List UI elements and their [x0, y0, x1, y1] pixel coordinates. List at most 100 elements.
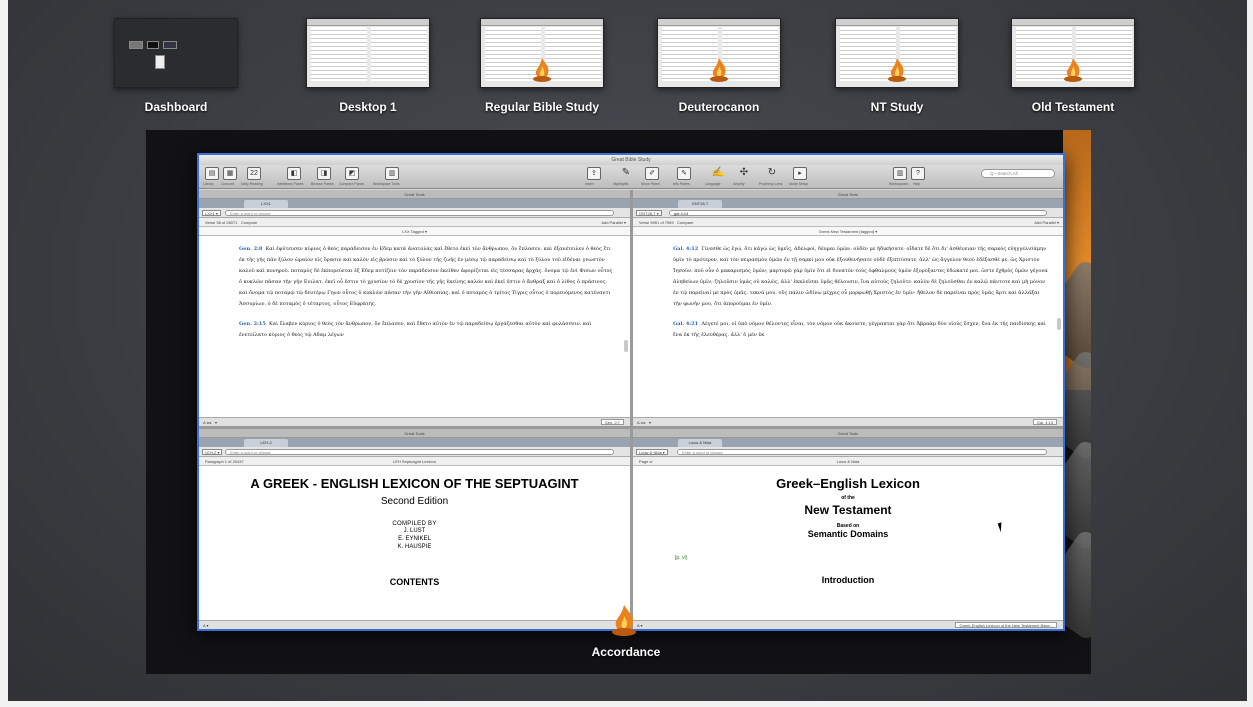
pane-status-bar: A ◂ ▸ ▾ Gal. 4:13: [633, 417, 1063, 426]
lexicon-subject: New Testament: [804, 503, 892, 517]
compare-checkbox[interactable]: Compare: [241, 220, 257, 225]
show-panel-button[interactable]: ✐: [645, 167, 659, 180]
workspace-tools-button[interactable]: ▥: [385, 167, 399, 180]
toolbar-label: Help: [913, 182, 921, 186]
pane-louw-nida[interactable]: Great Tools Louw & Nida Louw & Nida ▾ En…: [633, 429, 1063, 629]
verse-info: Verse 5951 of 7969: [639, 220, 674, 225]
tab-row: GNT28-T: [633, 199, 1063, 208]
space-thumbnail: [480, 18, 604, 88]
scrollbar[interactable]: [1057, 318, 1061, 330]
search-input[interactable]: Enter a word or phrase: [677, 449, 1047, 455]
space-label: Dashboard: [144, 100, 208, 114]
author: E. EYNIKEL: [398, 536, 431, 542]
help-button[interactable]: ?: [911, 167, 925, 180]
space-desktop-1[interactable]: Desktop 1: [303, 18, 433, 114]
highlight-icon[interactable]: ✎: [619, 167, 633, 180]
lexicon-heading: A GREEK - ENGLISH LEXICON OF THE SEPTUAG…: [250, 476, 579, 491]
tab-row: LEH-2: [199, 438, 630, 447]
tab-leh2[interactable]: LEH-2: [244, 439, 288, 447]
verse-reference[interactable]: Gal. 4:12: [673, 246, 698, 252]
module-select[interactable]: Louw & Nida ▾: [636, 449, 668, 455]
verse-reference[interactable]: Gen. 2:15: [239, 321, 266, 327]
module-select[interactable]: GNT28-T ▾: [636, 210, 662, 216]
concord-button[interactable]: ▦: [223, 167, 237, 180]
space-deuterocanon[interactable]: Deuterocanon: [654, 18, 784, 114]
toolbar-label: Highlights: [613, 182, 629, 186]
verse-reference[interactable]: Gal. 4:21: [673, 321, 698, 327]
compare-checkbox[interactable]: Compare: [677, 220, 693, 225]
info-panes-button[interactable]: ✎: [677, 167, 691, 180]
module-select[interactable]: LEH-2 ▾: [202, 449, 223, 455]
space-label: Regular Bible Study: [484, 100, 600, 114]
tab-lxx1[interactable]: LXX1: [244, 200, 288, 208]
verse-info: Verse 38 of 28071: [205, 220, 238, 225]
lexicon-status-field[interactable]: Greek-English Lexicon of the New Testame…: [955, 622, 1057, 628]
accordance-window[interactable]: Great Bible Study ▤ ▦ 22 ◧ ◨ ◩ ▥ ⇪ ✎ ✐ ✎…: [197, 153, 1065, 631]
lexicon-of-the: of the: [841, 495, 855, 501]
pane-group-header: Great Texts: [633, 190, 1063, 199]
verse-reference[interactable]: Gen. 2:8: [239, 246, 262, 252]
space-nt-study[interactable]: NT Study: [832, 18, 962, 114]
module-select[interactable]: LXX1 ▾: [202, 210, 221, 216]
compare-panes-button[interactable]: ◩: [345, 167, 359, 180]
space-label: Desktop 1: [339, 100, 397, 114]
library-button[interactable]: ▤: [205, 167, 219, 180]
accordance-flame-icon: [533, 58, 551, 82]
toolbar-label: Amplify: [733, 182, 745, 186]
page-reference[interactable]: [p. vi]: [633, 555, 1063, 561]
tab-louw-nida[interactable]: Louw & Nida: [678, 439, 722, 447]
verse-paragraph: Gal. 4:21 Λέγετέ μοι, οἱ ὑπὸ νόμον θέλον…: [673, 319, 1049, 341]
location-field[interactable]: Gal. 4:13: [1032, 419, 1057, 425]
accordance-flame-icon: [710, 58, 728, 82]
pane-leh[interactable]: Great Tools LEH-2 LEH-2 ▾ Enter a word o…: [199, 429, 630, 629]
space-old-testament[interactable]: Old Testament: [1008, 18, 1138, 114]
space-regular-bible-study[interactable]: Regular Bible Study: [477, 18, 607, 114]
verse-text: Καὶ ἐφύτευσεν κύριος ὁ θεὸς παράδεισον ἐ…: [239, 246, 613, 307]
lexicon-basis: Semantic Domains: [807, 529, 889, 539]
sync-icon[interactable]: ↻: [765, 167, 779, 180]
scrollbar[interactable]: [624, 340, 628, 352]
pane-title[interactable]: Louw & Nida: [837, 457, 860, 466]
location-field[interactable]: Gen. 2:7: [600, 419, 624, 425]
tab-gnt28[interactable]: GNT28-T: [678, 200, 722, 208]
accordance-app-icon[interactable]: [610, 604, 638, 638]
pane-group-header: Great Tools: [633, 429, 1063, 438]
language-icon[interactable]: ✍: [711, 167, 725, 180]
space-thumbnail: [835, 18, 959, 88]
pane-group-header: Great Texts: [199, 190, 630, 199]
search-input[interactable]: Enter a word or phrase: [225, 449, 614, 455]
pane-gnt[interactable]: Great Texts GNT28-T GNT28-T ▾ gal 4:14 V…: [633, 190, 1063, 426]
daily-reading-button[interactable]: 22: [247, 167, 261, 180]
browse-panes-button[interactable]: ◨: [317, 167, 331, 180]
paragraph-info: Paragraph 1 of 20437: [205, 459, 244, 464]
pane-lxx[interactable]: Great Texts LXX1 LXX1 ▾ Enter a word or …: [199, 190, 630, 426]
tab-row: Louw & Nida: [633, 438, 1063, 447]
pane-title[interactable]: LXX Tagged ▾: [402, 227, 427, 236]
search-all-input[interactable]: Q~ Search All: [981, 169, 1055, 178]
search-row: Louw & Nida ▾ Enter a word or phrase: [633, 447, 1063, 457]
mission-control: Dashboard Desktop 1 Regular Bible Study …: [0, 0, 1253, 707]
pane-title[interactable]: Greek New Testament (tagged) ▾: [819, 227, 878, 236]
pane-title[interactable]: LEH Septuagint Lexicon: [393, 457, 436, 466]
verse-paragraph: Gal. 4:12 Γίνεσθε ὡς ἐγώ, ὅτι κἀγὼ ὡς ὑμ…: [673, 244, 1049, 310]
amplify-icon[interactable]: ✣: [737, 167, 751, 180]
add-parallel-button[interactable]: Add Parallel ▾: [601, 218, 626, 227]
search-row: LEH-2 ▾ Enter a word or phrase: [199, 447, 630, 457]
toolbar-label: Browse Panes: [311, 182, 334, 186]
pane-status-bar: A ▾: [199, 620, 630, 629]
verse-paragraph: Gen. 2:8 Καὶ ἐφύτευσεν κύριος ὁ θεὸς παρ…: [239, 244, 616, 310]
screen-border-right: [1247, 0, 1253, 707]
title-row: LXX Tagged ▾: [199, 227, 630, 236]
insert-button[interactable]: ⇪: [587, 167, 601, 180]
verse-paragraph: Gen. 2:15 Καὶ ἔλαβεν κύριος ὁ θεὸς τὸν ἄ…: [239, 319, 616, 341]
search-input[interactable]: gal 4:14: [669, 210, 1047, 216]
mode-setup-button[interactable]: ▸: [793, 167, 807, 180]
toolbar-label: Insert: [585, 182, 594, 186]
screen-border-left: [0, 0, 8, 707]
search-input[interactable]: Enter a word or phrase: [225, 210, 614, 216]
page-info: Page vi: [639, 459, 653, 464]
workspaces-button[interactable]: ▥: [893, 167, 907, 180]
interlinear-button[interactable]: ◧: [287, 167, 301, 180]
add-parallel-button[interactable]: Add Parallel ▾: [1034, 218, 1059, 227]
space-dashboard[interactable]: Dashboard: [111, 18, 241, 114]
